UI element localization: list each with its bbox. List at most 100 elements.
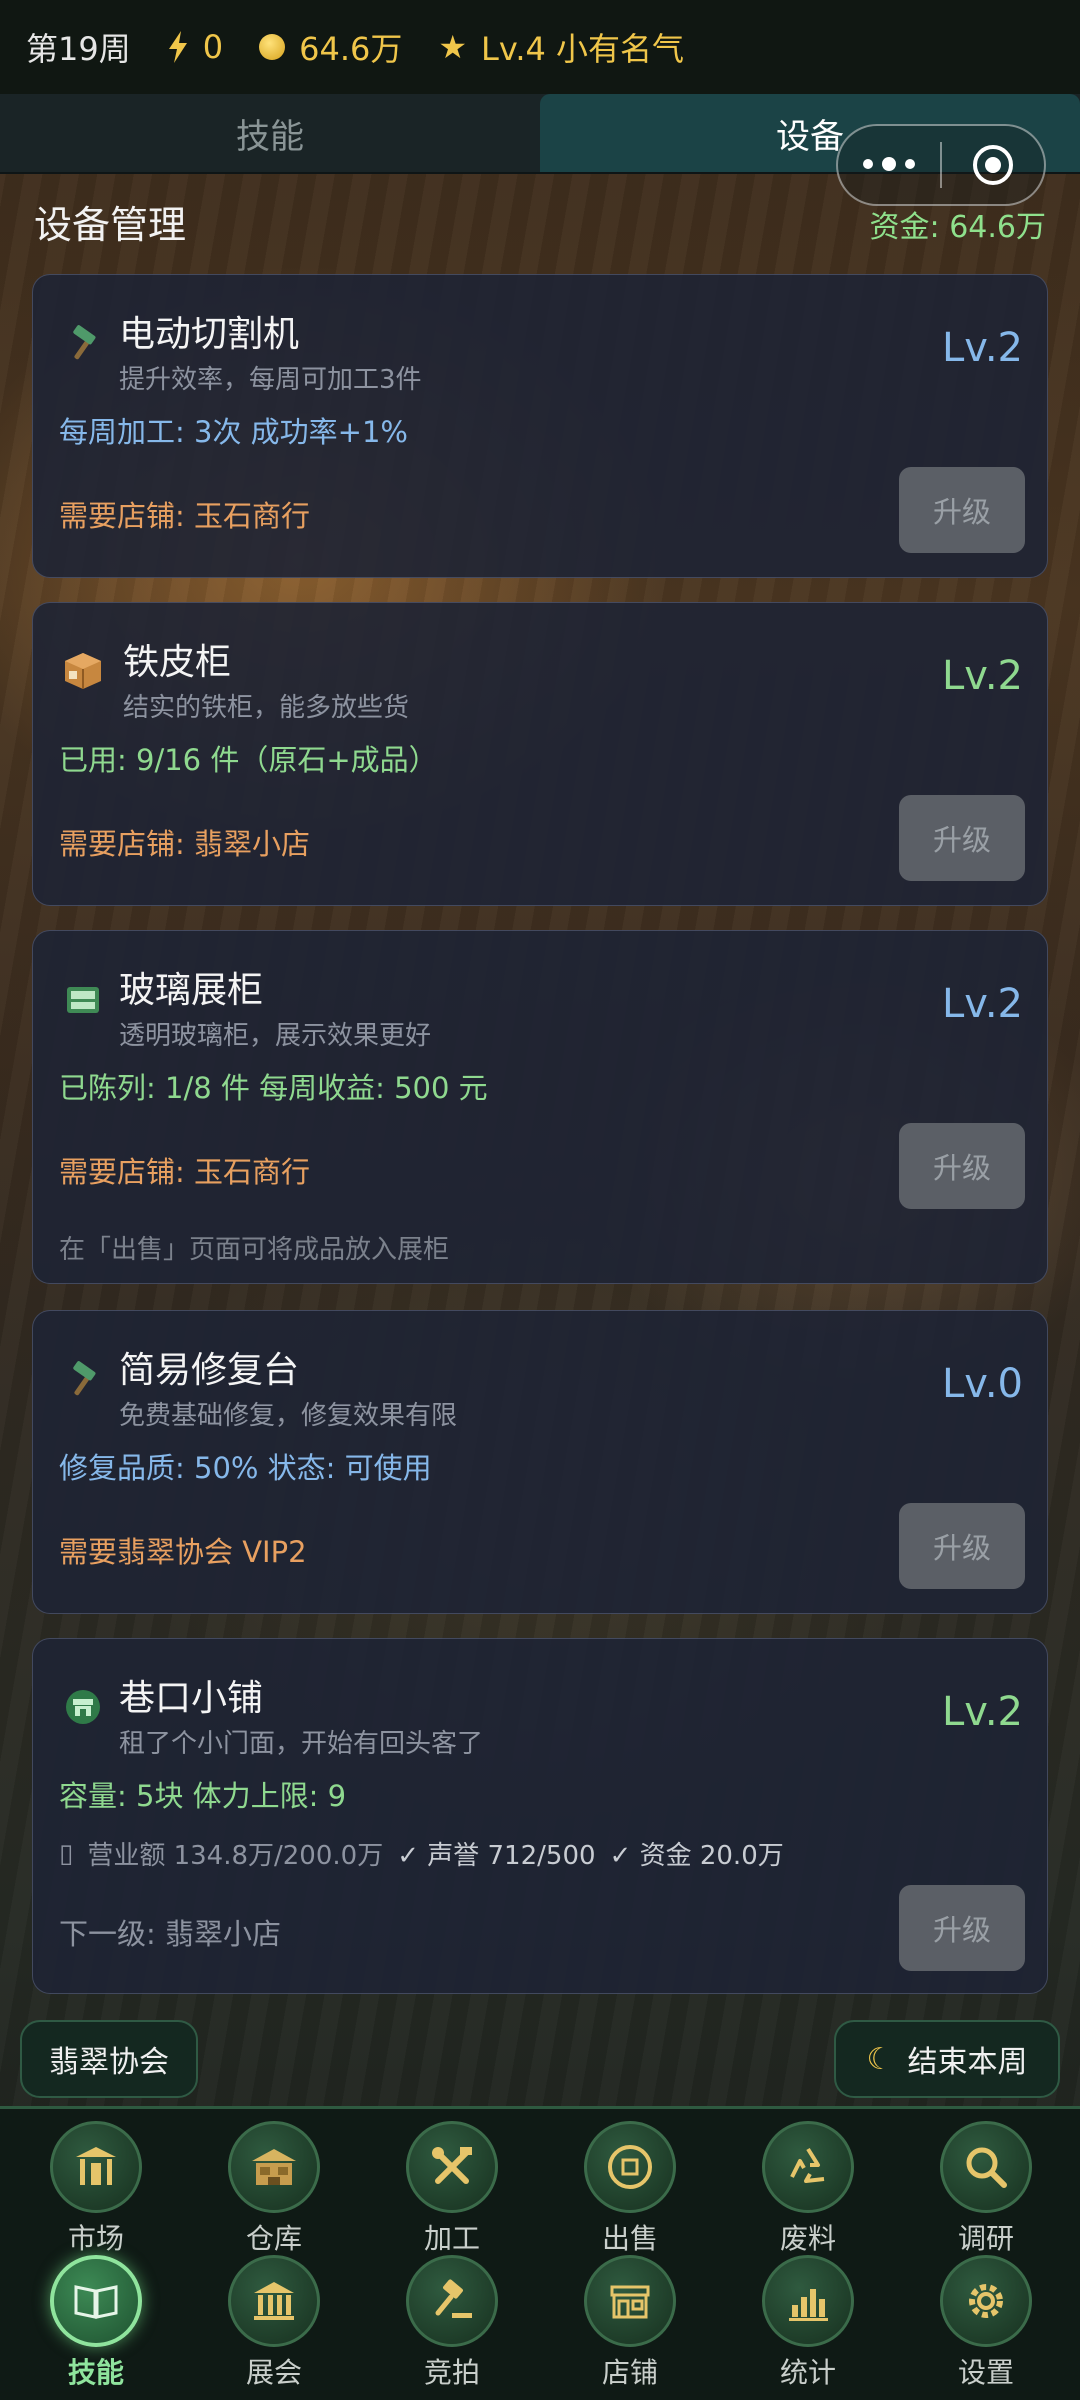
moon-icon: ☾	[866, 2041, 894, 2077]
nav-warehouse[interactable]: 仓库	[214, 2121, 334, 2257]
equipment-desc: 提升效率，每周可加工3件	[119, 365, 422, 395]
shop-icon	[59, 1683, 107, 1731]
equipment-desc: 透明玻璃柜，展示效果更好	[119, 1021, 432, 1051]
nav-sell[interactable]: 出售	[570, 2121, 690, 2257]
nav-label: 竞拍	[423, 2356, 480, 2389]
store-icon	[584, 2255, 676, 2347]
association-button[interactable]: 翡翠协会	[20, 2020, 198, 2098]
association-label: 翡翠协会	[49, 2045, 169, 2080]
condition-revenue: 营业额 134.8万/200.0万	[87, 1841, 384, 1871]
museum-icon	[228, 2255, 320, 2347]
rank-stat: ★ Lv.4 小有名气	[438, 24, 684, 70]
nav-label: 店铺	[601, 2356, 658, 2389]
equipment-level: Lv.2	[941, 981, 1023, 1027]
shop-name: 巷口小铺	[119, 1678, 264, 1719]
nav-scrap[interactable]: 废料	[748, 2121, 868, 2257]
shop-level: Lv.2	[941, 1689, 1023, 1735]
pending-icon: ▯	[59, 1838, 74, 1869]
hammer-icon	[59, 1355, 107, 1403]
nav-store[interactable]: 店铺	[570, 2255, 690, 2391]
magnifier-icon	[940, 2121, 1032, 2213]
recycle-icon	[762, 2121, 854, 2213]
nav-exhibition[interactable]: 展会	[214, 2255, 334, 2391]
status-bar: 第19周 0 64.6万 ★ Lv.4 小有名气	[0, 0, 1080, 94]
hammer-icon	[59, 319, 107, 367]
end-week-button[interactable]: ☾ 结束本周	[834, 2020, 1060, 2098]
upgrade-button[interactable]: 升级	[899, 795, 1025, 881]
upgrade-button[interactable]: 升级	[899, 1503, 1025, 1589]
nav-settings[interactable]: 设置	[926, 2255, 1046, 2391]
shop-stats: 容量: 5块 体力上限: 9	[59, 1779, 347, 1813]
upgrade-button[interactable]: 升级	[899, 1123, 1025, 1209]
equipment-stats: 每周加工: 3次 成功率+1%	[59, 415, 408, 449]
equipment-desc: 免费基础修复，修复效果有限	[119, 1401, 458, 1431]
equipment-name: 电动切割机	[119, 314, 300, 355]
money-stat: 64.6万	[259, 24, 402, 70]
nav-label: 仓库	[245, 2222, 302, 2255]
upgrade-button[interactable]: 升级	[899, 467, 1025, 553]
equipment-name: 铁皮柜	[123, 642, 232, 683]
equipment-stats: 修复品质: 50% 状态: 可使用	[59, 1451, 432, 1485]
shop-card-alley-store: 巷口小铺 租了个小门面，开始有回头客了 Lv.2 容量: 5块 体力上限: 9 …	[32, 1638, 1048, 1994]
nav-label: 市场	[67, 2222, 124, 2255]
warehouse-icon	[228, 2121, 320, 2213]
tab-skills[interactable]: 技能	[0, 94, 540, 172]
nav-label: 出售	[601, 2222, 658, 2255]
nav-label: 调研	[957, 2222, 1014, 2255]
equipment-stats: 已用: 9/16 件（原石+成品）	[59, 743, 438, 777]
nav-label: 设置	[957, 2356, 1014, 2389]
equipment-hint: 在「出售」页面可将成品放入展柜	[59, 1235, 450, 1265]
upgrade-button[interactable]: 升级	[899, 1885, 1025, 1971]
coin-icon	[584, 2121, 676, 2213]
energy-value: 0	[202, 28, 224, 66]
rank-value: Lv.4 小有名气	[481, 30, 685, 68]
equipment-requirement: 需要店铺: 玉石商行	[59, 499, 310, 533]
gavel-icon	[406, 2255, 498, 2347]
nav-label: 展会	[245, 2356, 302, 2389]
star-icon: ★	[438, 28, 468, 66]
miniprogram-capsule	[836, 124, 1046, 206]
box-icon	[59, 647, 107, 695]
equipment-requirement: 需要店铺: 翡翠小店	[59, 827, 310, 861]
equipment-name: 玻璃展柜	[119, 970, 264, 1011]
gate-icon	[50, 2121, 142, 2213]
end-week-label: 结束本周	[907, 2045, 1028, 2080]
equipment-card-repair-table: 简易修复台 免费基础修复，修复效果有限 Lv.0 修复品质: 50% 状态: 可…	[32, 1310, 1048, 1614]
nav-label: 技能	[67, 2356, 124, 2389]
funds-label: 资金: 64.6万	[869, 210, 1046, 245]
nav-label: 统计	[779, 2356, 836, 2389]
cabinet-icon	[59, 975, 107, 1023]
energy-stat: 0	[167, 28, 223, 66]
gear-icon	[940, 2255, 1032, 2347]
book-icon	[50, 2255, 142, 2347]
more-menu-icon[interactable]	[838, 157, 940, 171]
equipment-desc: 结实的铁柜，能多放些货	[123, 693, 410, 723]
equipment-level: Lv.0	[941, 1361, 1023, 1407]
condition-reputation: ✓ 声誉 712/500	[397, 1841, 596, 1871]
condition-funds: ✓ 资金 20.0万	[609, 1841, 784, 1871]
equipment-card-glass-cabinet: 玻璃展柜 透明玻璃柜，展示效果更好 Lv.2 已陈列: 1/8 件 每周收益: …	[32, 930, 1048, 1284]
close-miniprogram-icon[interactable]	[942, 145, 1044, 185]
nav-processing[interactable]: 加工	[392, 2121, 512, 2257]
shop-desc: 租了个小门面，开始有回头客了	[119, 1729, 484, 1759]
nav-label: 加工	[423, 2222, 480, 2255]
nav-research[interactable]: 调研	[926, 2121, 1046, 2257]
equipment-card-cutter: 电动切割机 提升效率，每周可加工3件 Lv.2 每周加工: 3次 成功率+1% …	[32, 274, 1048, 578]
page-title: 设备管理	[34, 203, 187, 247]
money-value: 64.6万	[299, 30, 403, 68]
nav-market[interactable]: 市场	[36, 2121, 156, 2257]
bottom-navigation: 市场 仓库 加工 出售 废料 调研 技能 展会 竞拍 店铺 统计 设置	[0, 2106, 1080, 2400]
nav-auction[interactable]: 竞拍	[392, 2255, 512, 2391]
tools-icon	[406, 2121, 498, 2213]
lightning-icon	[168, 31, 187, 63]
equipment-stats: 已陈列: 1/8 件 每周收益: 500 元	[59, 1071, 488, 1105]
nav-label: 废料	[779, 2222, 836, 2255]
coin-icon	[259, 34, 286, 60]
week-label: 第19周	[26, 30, 131, 68]
nav-skills[interactable]: 技能	[36, 2255, 156, 2391]
nav-statistics[interactable]: 统计	[748, 2255, 868, 2391]
equipment-level: Lv.2	[941, 653, 1023, 699]
equipment-requirement: 需要店铺: 玉石商行	[59, 1155, 310, 1189]
equipment-card-iron-cabinet: 铁皮柜 结实的铁柜，能多放些货 Lv.2 已用: 9/16 件（原石+成品） 需…	[32, 602, 1048, 906]
next-level-label: 下一级: 翡翠小店	[59, 1917, 281, 1951]
